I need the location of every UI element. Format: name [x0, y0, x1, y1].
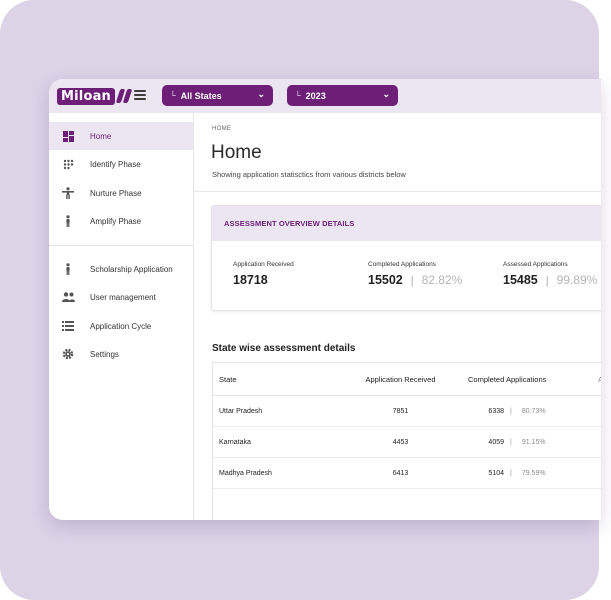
sidebar-item-scholarship-application[interactable]: Scholarship Application — [49, 255, 193, 283]
table-row[interactable]: Madhya Pradesh 6413 5104 | 79.59% — [213, 458, 601, 489]
sidebar-item-label: Home — [90, 131, 112, 141]
table-header: State Application Received Completed App… — [213, 363, 601, 396]
dropdown-lead-icon: └ — [170, 91, 176, 100]
table-row[interactable]: Karnataka 4453 4059 | 91.15% — [213, 427, 601, 458]
column-header-assessed[interactable]: A — [598, 363, 601, 395]
sidebar-item-application-cycle[interactable]: Application Cycle — [49, 312, 193, 340]
page-title: Home — [211, 142, 262, 163]
table-row[interactable]: Uttar Pradesh 7851 6338 | 80.73% — [213, 396, 601, 427]
person-arms-icon — [61, 186, 75, 200]
completed-value: 6338 — [488, 407, 504, 415]
sidebar-item-label: User management — [90, 292, 156, 302]
breadcrumb[interactable]: HOME — [212, 126, 231, 132]
sidebar-item-home[interactable]: Home — [49, 122, 193, 150]
year-dropdown[interactable]: └ 2023 ⌄ — [287, 85, 398, 106]
stat-label: Application Received — [233, 261, 294, 268]
stat-assessed-applications: Assessed Applications 15485 | 99.89% — [503, 261, 597, 287]
received-cell: 7851 — [392, 407, 409, 415]
year-dropdown-value: 2023 — [305, 90, 326, 101]
overview-heading: ASSESSMENT OVERVIEW DETAILS — [212, 206, 601, 241]
divider — [194, 191, 601, 192]
state-table-title: State wise assessment details — [212, 343, 356, 354]
stat-label: Completed Applications — [368, 261, 436, 268]
stat-applications-received: Application Received 18718 — [233, 261, 294, 287]
stat-percent: 99.89% — [556, 273, 598, 287]
column-header-state[interactable]: State — [219, 363, 237, 395]
chevron-down-icon: ⌄ — [257, 89, 265, 99]
column-header-received[interactable]: Application Received — [358, 363, 443, 395]
person-icon — [61, 262, 75, 276]
received-cell: 4453 — [392, 438, 409, 446]
sidebar-item-label: Scholarship Application — [90, 264, 173, 274]
column-header-completed[interactable]: Completed Applications — [468, 363, 578, 395]
cell-separator: | — [510, 407, 512, 415]
chevron-down-icon: ⌄ — [382, 89, 390, 99]
completed-cell: 5104 | 79.59% — [468, 458, 578, 488]
stat-label: Assessed Applications — [503, 261, 568, 268]
cell-separator: | — [510, 469, 512, 477]
state-dropdown-value: All States — [180, 90, 222, 101]
sidebar-item-user-management[interactable]: User management — [49, 283, 193, 311]
main-content: HOME Home Showing application statisctic… — [194, 113, 601, 520]
stat-percent: 82.82% — [421, 273, 463, 287]
logo-text: Miloan — [57, 87, 116, 105]
state-cell: Madhya Pradesh — [219, 469, 272, 477]
assessment-overview-card: ASSESSMENT OVERVIEW DETAILS Application … — [211, 205, 601, 311]
cell-separator: | — [510, 438, 512, 446]
milaan-logo[interactable]: Miloan — [57, 86, 133, 106]
grid-dots-icon — [61, 157, 75, 171]
gear-icon — [61, 347, 75, 361]
page-subtitle: Showing application statisctics from var… — [212, 170, 406, 179]
state-assessment-table: State Application Received Completed App… — [212, 362, 601, 520]
hamburger-menu-icon[interactable] — [134, 90, 146, 100]
stat-value: 15485 — [503, 273, 538, 287]
state-cell: Uttar Pradesh — [219, 407, 263, 415]
dashboard-icon — [61, 129, 75, 143]
sidebar: Home Identify Phase Nurture Phase Amplif… — [49, 113, 194, 520]
dropdown-lead-icon: └ — [295, 91, 301, 100]
sidebar-item-label: Application Cycle — [90, 321, 152, 331]
app-window: Miloan └ All States ⌄ └ 2023 ⌄ Home Iden… — [49, 79, 601, 520]
state-dropdown[interactable]: └ All States ⌄ — [162, 85, 273, 106]
sidebar-item-label: Amplify Phase — [90, 216, 142, 226]
completed-percent: 91.15% — [521, 438, 546, 446]
completed-percent: 80.73% — [521, 407, 546, 415]
completed-cell: 4059 | 91.15% — [468, 427, 578, 457]
sidebar-item-label: Identify Phase — [90, 159, 141, 169]
stat-separator: | — [545, 275, 549, 287]
completed-value: 5104 — [488, 469, 504, 477]
list-icon — [61, 319, 75, 333]
stat-separator: | — [410, 275, 414, 287]
stat-value: 15502 — [368, 273, 403, 287]
completed-value: 4059 — [488, 438, 504, 446]
sidebar-item-settings[interactable]: Settings — [49, 340, 193, 368]
person-icon — [61, 214, 75, 228]
sidebar-item-label: Nurture Phase — [90, 188, 142, 198]
top-bar: Miloan └ All States ⌄ └ 2023 ⌄ — [49, 79, 601, 113]
completed-cell: 6338 | 80.73% — [468, 396, 578, 426]
sidebar-divider — [49, 245, 193, 246]
sidebar-item-amplify-phase[interactable]: Amplify Phase — [49, 207, 193, 235]
sidebar-item-identify-phase[interactable]: Identify Phase — [49, 150, 193, 178]
received-cell: 6413 — [392, 469, 409, 477]
completed-percent: 79.59% — [521, 469, 546, 477]
sidebar-item-nurture-phase[interactable]: Nurture Phase — [49, 179, 193, 207]
sidebar-item-label: Settings — [90, 349, 119, 359]
stat-value: 18718 — [233, 273, 268, 287]
people-icon — [61, 290, 75, 304]
state-cell: Karnataka — [219, 438, 251, 446]
stat-completed-applications: Completed Applications 15502 | 82.82% — [368, 261, 462, 287]
logo-figures-icon — [115, 89, 133, 103]
